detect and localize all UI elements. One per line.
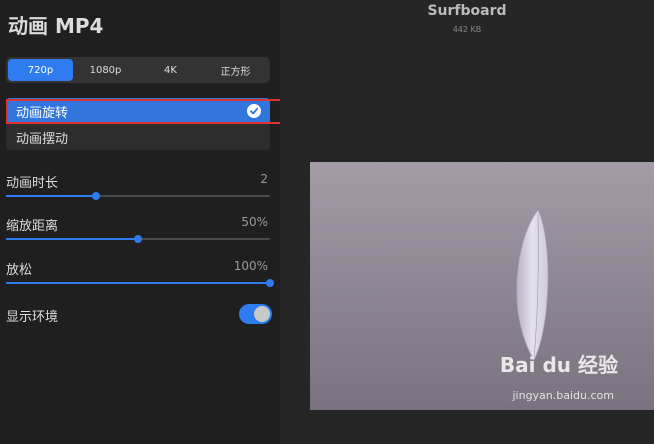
duration-slider: 动画时长 2: [6, 172, 270, 200]
zoom-distance-label: 缩放距离: [6, 219, 59, 234]
resolution-option-4k[interactable]: 4K: [138, 59, 203, 81]
duration-slider-thumb[interactable]: [91, 192, 100, 200]
ease-slider-track[interactable]: [6, 279, 274, 287]
file-name: Surfboard: [427, 3, 507, 19]
preview-panel: Surfboard 442 KB Bai du 经验 jingyan.baidu…: [280, 0, 654, 444]
export-settings-panel: 动画 MP4 720p 1080p 4K 正方形 动画旋转 动画摆动 动画时长 …: [0, 0, 286, 444]
duration-value: 2: [260, 172, 268, 186]
show-environment-label: 显示环境: [6, 310, 59, 325]
resolution-option-square[interactable]: 正方形: [203, 59, 268, 81]
ease-value: 100%: [233, 259, 268, 273]
resolution-option-720p[interactable]: 720p: [8, 59, 73, 81]
highlight-annotation-box: [6, 99, 286, 124]
duration-slider-fill: [6, 195, 96, 197]
duration-slider-track[interactable]: [6, 192, 270, 200]
zoom-distance-value: 50%: [241, 215, 268, 229]
panel-title: 动画 MP4: [8, 14, 104, 38]
ease-slider-fill: [6, 282, 270, 284]
toggle-knob: [254, 306, 270, 322]
animation-option-swing[interactable]: 动画摆动: [6, 124, 270, 150]
watermark-url: jingyan.baidu.com: [512, 389, 614, 402]
watermark-logo: Bai du 经验: [499, 353, 618, 377]
ease-slider-thumb[interactable]: [266, 279, 274, 287]
ease-label: 放松: [6, 263, 33, 278]
show-environment-toggle[interactable]: [239, 304, 272, 324]
resolution-selector: 720p 1080p 4K 正方形: [6, 57, 270, 83]
file-size: 442 KB: [452, 25, 482, 34]
duration-label: 动画时长: [6, 176, 59, 191]
ease-slider: 放松 100%: [6, 259, 274, 287]
show-environment-row: 显示环境: [6, 304, 272, 326]
resolution-option-1080p[interactable]: 1080p: [73, 59, 138, 81]
animation-option-label: 动画摆动: [16, 131, 69, 147]
zoom-distance-slider-track[interactable]: [6, 235, 270, 243]
zoom-distance-slider-thumb[interactable]: [134, 235, 142, 243]
zoom-distance-slider-fill: [6, 238, 138, 240]
preview-viewport[interactable]: Bai du 经验 jingyan.baidu.com: [310, 162, 654, 410]
zoom-distance-slider: 缩放距离 50%: [6, 215, 270, 243]
